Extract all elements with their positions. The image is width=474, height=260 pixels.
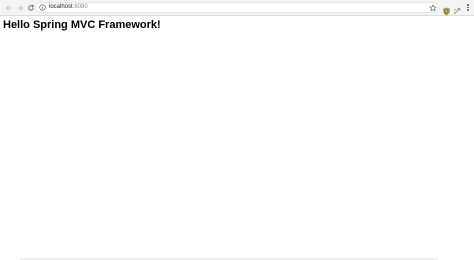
more-vert-icon [467, 9, 469, 11]
browser-toolbar: localhost:8080 [0, 0, 474, 16]
forward-button[interactable] [14, 2, 25, 13]
address-bar[interactable]: localhost:8080 [35, 2, 439, 13]
extension-button-2[interactable] [453, 3, 462, 15]
url-host: localhost [49, 4, 73, 10]
more-vert-icon [467, 6, 469, 9]
page-content: Hello Spring MVC Framework! [0, 16, 474, 260]
reload-icon [27, 4, 34, 11]
more-vert-icon [467, 4, 469, 6]
browser-window: localhost:8080 Hello Spring MVC Framewor… [0, 0, 474, 260]
extension-button-1[interactable] [442, 3, 451, 16]
back-button[interactable] [3, 2, 14, 13]
page-heading: Hello Spring MVC Framework! [3, 19, 161, 31]
browser-menu-button[interactable] [465, 2, 471, 13]
extension-icon [443, 7, 450, 16]
info-icon[interactable] [38, 4, 46, 12]
back-arrow-icon [5, 5, 12, 10]
star-icon [428, 3, 437, 11]
url-port: :8080 [72, 4, 88, 10]
bookmark-button[interactable] [428, 3, 437, 12]
url-text[interactable]: localhost:8080 [49, 2, 88, 13]
extension-icon [453, 7, 461, 15]
forward-arrow-icon [16, 5, 23, 10]
